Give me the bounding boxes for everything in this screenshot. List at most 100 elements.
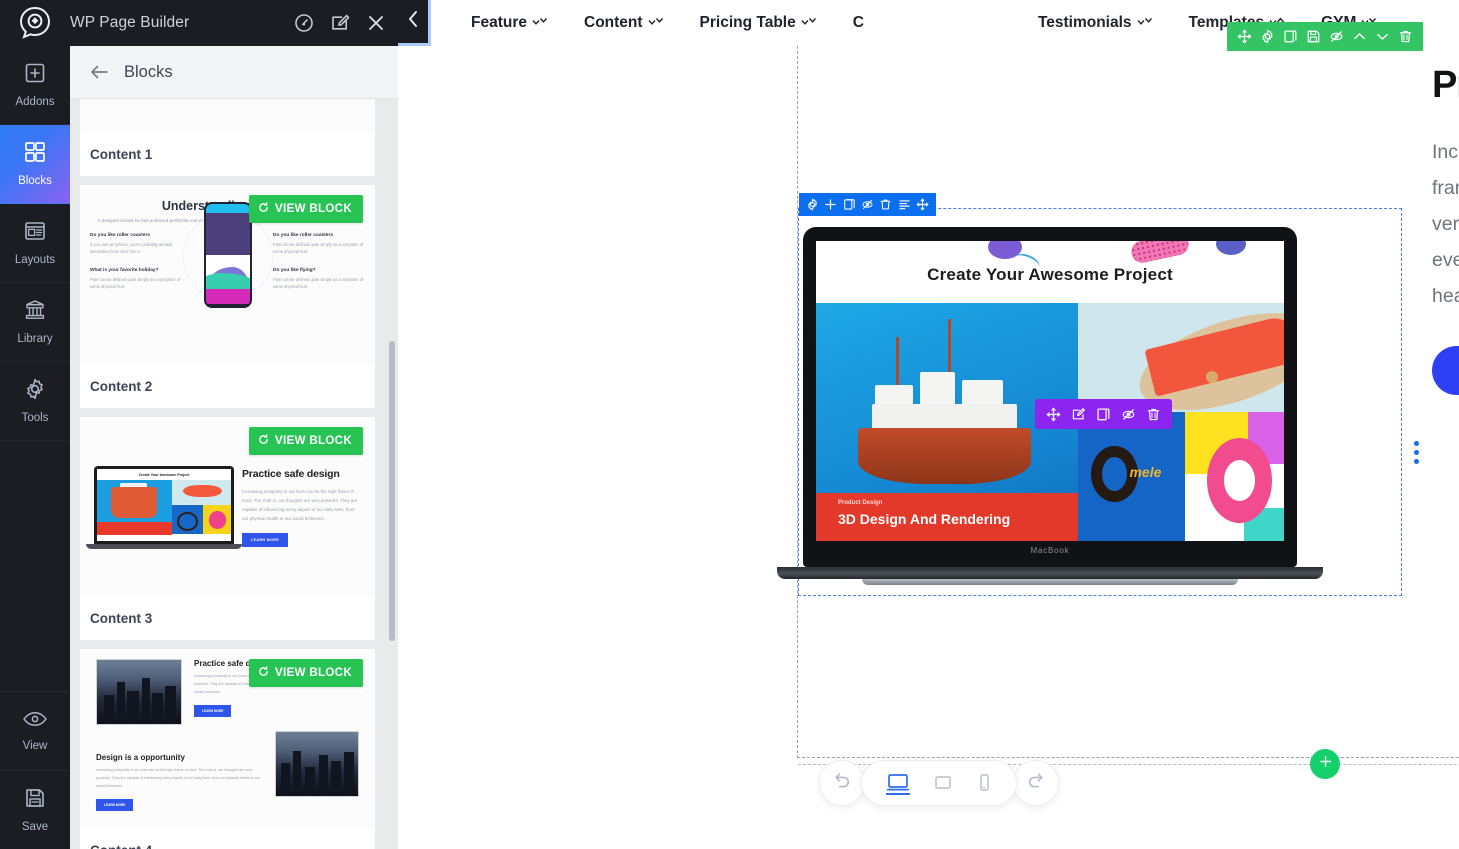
sidebar-item-view[interactable]: View xyxy=(0,691,70,770)
nav-label: Pricing Table xyxy=(699,14,796,31)
confetti-blue xyxy=(1216,241,1246,255)
confetti-pink xyxy=(1129,241,1191,265)
chevron-down-icon[interactable] xyxy=(1375,29,1390,44)
panel-scrollbar[interactable] xyxy=(389,151,395,831)
gear-icon[interactable] xyxy=(806,198,819,211)
hide-icon[interactable] xyxy=(1121,407,1136,422)
move-icon[interactable] xyxy=(916,198,929,211)
tile-ring xyxy=(172,504,203,535)
desktop-icon[interactable] xyxy=(886,772,910,795)
section-toolbar xyxy=(1227,22,1423,51)
sidebar-item-save[interactable]: Save xyxy=(0,770,70,849)
gear-icon[interactable] xyxy=(1260,29,1275,44)
floppy-disk-icon xyxy=(23,786,47,815)
blocks-list[interactable]: Content 1 VIEW BLOCK Understanding Color… xyxy=(70,99,398,849)
sidebar-item-label: Library xyxy=(17,333,53,346)
laptop-screen-grid xyxy=(97,479,231,535)
undo-button[interactable] xyxy=(819,760,865,806)
trash-icon[interactable] xyxy=(879,198,892,211)
nav-item-pricing-table[interactable]: Pricing Table xyxy=(700,14,819,32)
block-card[interactable]: VIEW BLOCK Understanding Colors A design… xyxy=(80,185,375,408)
list-icon[interactable] xyxy=(898,198,911,211)
learn-more-button[interactable]: LEARN MORE xyxy=(1432,346,1459,396)
hide-icon[interactable] xyxy=(1329,29,1344,44)
phone-device xyxy=(203,202,252,309)
close-icon[interactable] xyxy=(366,13,386,33)
trash-icon[interactable] xyxy=(1146,407,1161,422)
edit-icon[interactable] xyxy=(1071,407,1086,422)
sidebar-item-addons[interactable]: Addons xyxy=(0,46,70,125)
chevron-down-icon xyxy=(1137,17,1155,29)
view-block-button[interactable]: VIEW BLOCK xyxy=(249,659,363,687)
chevron-up-icon[interactable] xyxy=(1352,29,1367,44)
sidebar-item-library[interactable]: Library xyxy=(0,283,70,362)
laptop-brand: MacBook xyxy=(1030,546,1070,555)
thumb-paragraph: Increasing prosperity in our lives can b… xyxy=(242,488,358,522)
chevron-left-icon xyxy=(407,10,420,33)
view-block-button[interactable]: VIEW BLOCK xyxy=(249,195,363,223)
view-block-label: VIEW BLOCK xyxy=(275,203,352,215)
view-block-label: VIEW BLOCK xyxy=(275,435,352,447)
tablet-icon[interactable] xyxy=(932,773,954,793)
save-icon[interactable] xyxy=(1306,29,1321,44)
hero-text-column[interactable]: Practice safe design Increasing prosperi… xyxy=(1432,64,1459,396)
duplicate-icon[interactable] xyxy=(843,198,856,211)
row-toolbar xyxy=(799,193,936,216)
move-icon[interactable] xyxy=(1237,29,1252,44)
nav-label: Content xyxy=(584,14,643,31)
duplicate-icon[interactable] xyxy=(1096,407,1111,422)
page-builder-app: WP Page Builder Addons Blocks Layouts Li… xyxy=(0,0,1459,849)
duplicate-icon[interactable] xyxy=(1283,29,1298,44)
move-icon[interactable] xyxy=(1046,407,1061,422)
nav-item-c[interactable]: C xyxy=(853,14,864,32)
column-drag-handle[interactable] xyxy=(1414,441,1419,464)
gear-icon xyxy=(23,377,47,406)
thumb-heading: Practice safe design xyxy=(242,467,340,480)
block-card[interactable]: Content 1 xyxy=(80,99,375,176)
laptop-foot xyxy=(862,579,1238,585)
left-rail: Addons Blocks Layouts Library Tools View… xyxy=(0,46,70,849)
scrollbar-thumb[interactable] xyxy=(389,341,395,641)
sidebar-item-blocks[interactable]: Blocks xyxy=(0,125,70,204)
laptop-base xyxy=(86,543,242,549)
sidebar-item-label: Addons xyxy=(15,96,55,109)
nav-item-feature[interactable]: Feature xyxy=(471,14,550,32)
row-container[interactable]: Create Your Awesome Project Product Desi… xyxy=(777,193,1402,596)
tile-caption: 3D Design And Rendering xyxy=(838,511,1011,527)
chevron-down-icon xyxy=(801,17,819,29)
mobile-icon[interactable] xyxy=(976,772,992,794)
thumb-cta-button: LEARN MORE xyxy=(194,704,232,717)
plus-icon[interactable] xyxy=(824,198,837,211)
block-thumbnail: VIEW BLOCK Practice safe design Increasi… xyxy=(80,649,375,829)
block-card[interactable]: VIEW BLOCK Practice safe design Increasi… xyxy=(80,649,375,849)
hide-icon[interactable] xyxy=(861,198,874,211)
thumb-paragraph: Increasing prosperity in our lives can b… xyxy=(96,768,260,788)
sidebar-item-tools[interactable]: Tools xyxy=(0,362,70,441)
laptop-screen: Create Your Awesome Project xyxy=(97,468,231,541)
plus-icon xyxy=(1318,754,1333,774)
view-block-button[interactable]: VIEW BLOCK xyxy=(249,427,363,455)
tile-donut-object xyxy=(1185,412,1284,541)
sidebar-item-layouts[interactable]: Layouts xyxy=(0,204,70,283)
redo-button[interactable] xyxy=(1013,760,1059,806)
nav-item-testimonials[interactable]: Testimonials xyxy=(1038,14,1155,32)
block-card[interactable]: VIEW BLOCK Create Your Awesome Project P… xyxy=(80,417,375,640)
nav-label: C xyxy=(852,14,864,31)
panel-title: Blocks xyxy=(124,62,173,81)
panel-header: Blocks xyxy=(70,46,398,99)
block-thumbnail: VIEW BLOCK Create Your Awesome Project P… xyxy=(80,417,375,597)
arrow-left-icon[interactable] xyxy=(88,61,110,83)
tile-row xyxy=(172,504,231,535)
rail-spacer xyxy=(0,441,70,691)
collapse-panel-button[interactable] xyxy=(398,0,431,46)
trash-icon[interactable] xyxy=(1398,29,1413,44)
nav-item-content[interactable]: Content xyxy=(584,14,666,32)
library-building-icon xyxy=(23,298,47,327)
block-title: Content 2 xyxy=(90,379,153,394)
section-container[interactable]: Create Your Awesome Project Product Desi… xyxy=(777,46,1459,779)
screen-header: Create Your Awesome Project xyxy=(816,241,1284,303)
edit-icon[interactable] xyxy=(330,13,350,33)
laptop-mockup-image[interactable]: Create Your Awesome Project Product Desi… xyxy=(777,227,1323,585)
dashboard-icon[interactable] xyxy=(294,13,314,33)
add-section-button[interactable] xyxy=(1310,749,1340,779)
